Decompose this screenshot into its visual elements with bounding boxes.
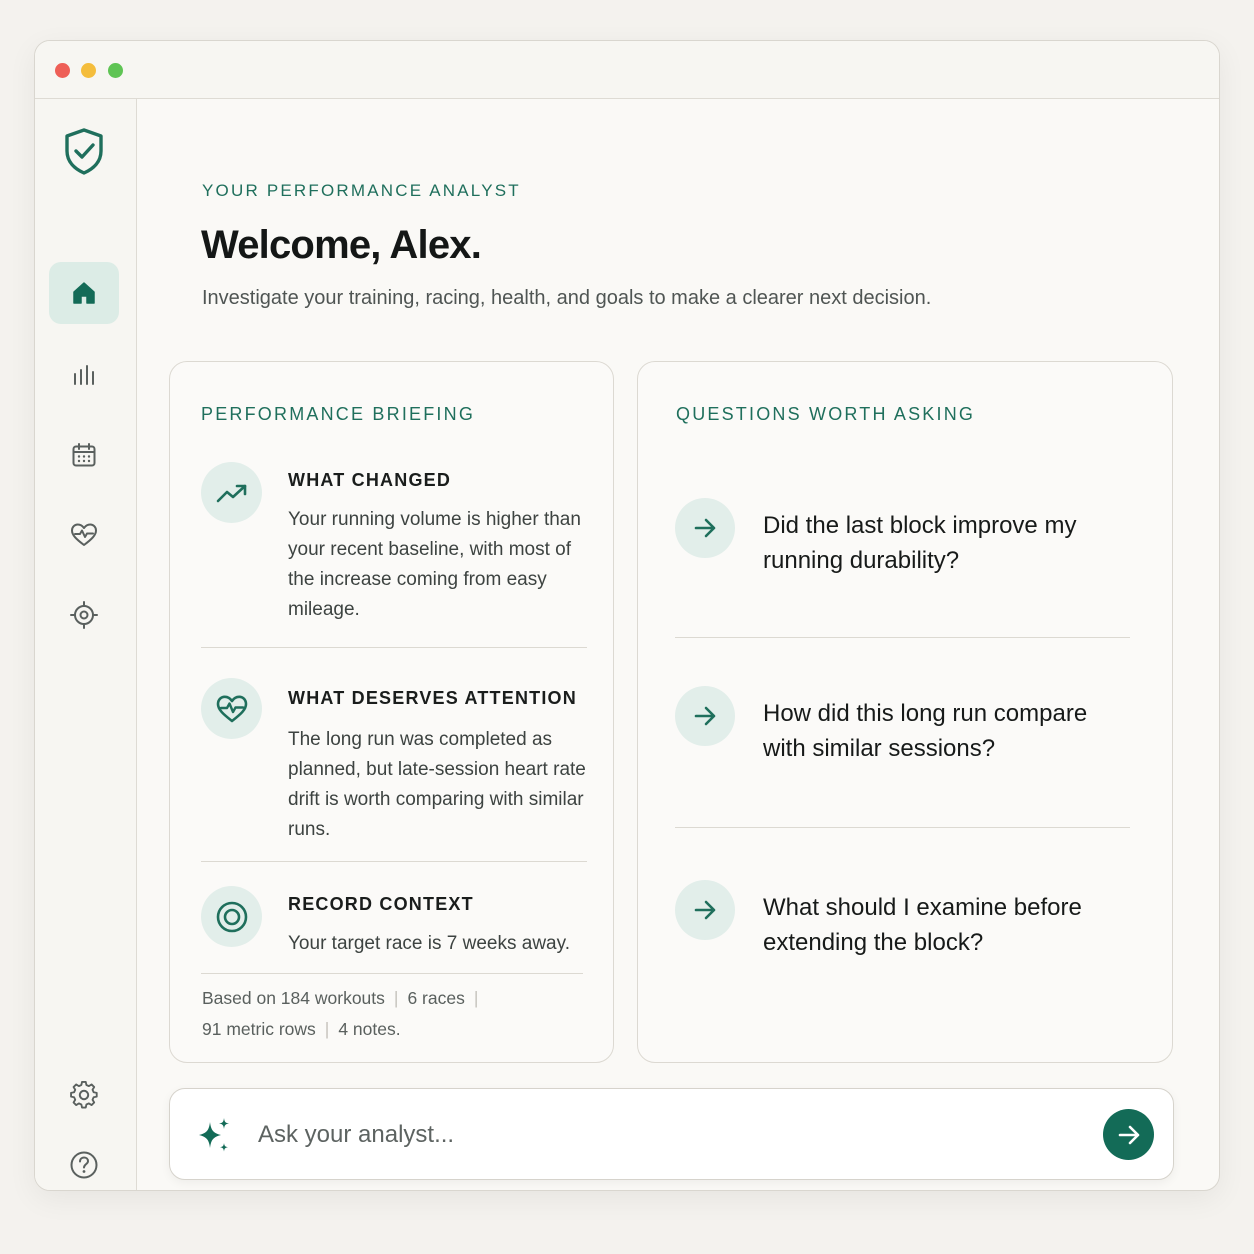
close-window-button[interactable]: [55, 63, 70, 78]
heart-pulse-icon: [201, 678, 262, 739]
ask-analyst-input[interactable]: [258, 1116, 1058, 1154]
gear-icon: [70, 1080, 98, 1109]
main-content: YOUR PERFORMANCE ANALYST Welcome, Alex. …: [138, 99, 1219, 1190]
sidebar-item-analytics[interactable]: [49, 344, 119, 406]
briefing-heading: WHAT CHANGED: [288, 470, 452, 490]
briefing-item-attention: WHAT DESERVES ATTENTION The long run was…: [201, 678, 587, 848]
target-icon: [70, 601, 98, 629]
metric-rows-count: 91 metric rows: [202, 1019, 316, 1039]
divider: [201, 647, 587, 648]
trend-up-icon: [201, 462, 262, 523]
arrow-right-icon: [675, 880, 735, 940]
races-count: 6 races: [407, 988, 465, 1008]
sidebar-item-help[interactable]: [49, 1134, 119, 1190]
divider: [201, 973, 583, 974]
maximize-window-button[interactable]: [108, 63, 123, 78]
minimize-window-button[interactable]: [81, 63, 96, 78]
sidebar-item-goals[interactable]: [49, 584, 119, 646]
divider: [675, 637, 1130, 638]
title-bar: [35, 41, 1219, 99]
briefing-item-what-changed: WHAT CHANGED Your running volume is high…: [201, 462, 587, 632]
question-item[interactable]: Did the last block improve my running du…: [675, 498, 1135, 578]
page-title: Welcome, Alex.: [201, 223, 482, 267]
question-text: How did this long run compare with simil…: [763, 700, 1088, 762]
sidebar-item-calendar[interactable]: [49, 424, 119, 486]
arrow-right-icon: [1118, 1125, 1139, 1144]
briefing-text: Your target race is 7 weeks away.: [288, 933, 570, 954]
performance-briefing-card: PERFORMANCE BRIEFING WHAT CHANGED Your r…: [169, 361, 614, 1063]
briefing-sources-line-1: Based on 184 workouts | 6 races |: [202, 988, 479, 1008]
heart-pulse-icon: [71, 523, 97, 546]
arrow-right-icon: [675, 498, 735, 558]
divider: [675, 827, 1130, 828]
question-item[interactable]: What should I examine before extending t…: [675, 880, 1135, 960]
arrow-right-icon: [675, 686, 735, 746]
briefing-title: PERFORMANCE BRIEFING: [201, 404, 476, 424]
questions-title: QUESTIONS WORTH ASKING: [676, 404, 976, 424]
home-icon: [73, 282, 95, 304]
calendar-icon: [72, 443, 96, 467]
target-icon: [201, 886, 262, 947]
briefing-sources-line-2: 91 metric rows | 4 notes.: [202, 1019, 401, 1039]
briefing-text: Your running volume is higher than your …: [288, 509, 581, 620]
sidebar-item-health[interactable]: [49, 504, 119, 566]
app-window: YOUR PERFORMANCE ANALYST Welcome, Alex. …: [34, 40, 1220, 1191]
briefing-item-record-context: RECORD CONTEXT Your target race is 7 wee…: [201, 886, 587, 966]
sidebar-item-settings[interactable]: [49, 1064, 119, 1126]
notes-count: 4 notes.: [338, 1019, 401, 1039]
ask-analyst-bar: [169, 1088, 1174, 1180]
page-subtitle: Investigate your training, racing, healt…: [202, 287, 932, 309]
page-eyebrow: YOUR PERFORMANCE ANALYST: [202, 181, 521, 200]
briefing-heading: WHAT DESERVES ATTENTION: [288, 688, 577, 708]
briefing-text: The long run was completed as planned, b…: [288, 729, 586, 840]
sidebar: [35, 99, 137, 1190]
question-text: Did the last block improve my running du…: [763, 512, 1077, 574]
shield-check-icon: [49, 121, 119, 183]
send-button[interactable]: [1103, 1109, 1154, 1160]
question-item[interactable]: How did this long run compare with simil…: [675, 686, 1135, 766]
divider: [201, 861, 587, 862]
workouts-count: Based on 184 workouts: [202, 988, 385, 1008]
sidebar-item-home[interactable]: [49, 262, 119, 324]
questions-card: QUESTIONS WORTH ASKING Did the last bloc…: [637, 361, 1173, 1063]
sparkle-icon: [194, 1116, 234, 1161]
bar-chart-icon: [74, 365, 94, 385]
question-text: What should I examine before extending t…: [763, 894, 1082, 956]
help-icon: [70, 1151, 98, 1179]
briefing-heading: RECORD CONTEXT: [288, 894, 474, 914]
